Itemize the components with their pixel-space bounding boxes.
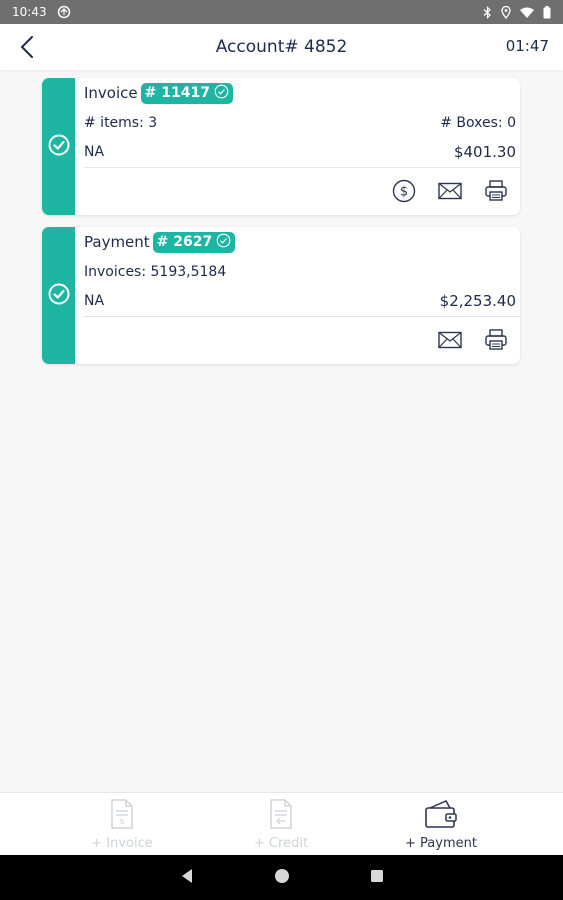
invoice-card[interactable]: Invoice # 11417 # items: 3 # Boxes: 0 NA… [42,78,520,215]
invoice-document-icon: $ [109,799,135,833]
status-bar: 10:43 [0,0,563,24]
check-circle-icon [48,283,70,309]
back-triangle-icon[interactable] [180,868,194,888]
page-title: Account# 4852 [215,37,348,57]
home-circle-icon[interactable] [274,868,290,888]
recents-square-icon[interactable] [370,868,384,887]
email-icon[interactable] [436,178,464,204]
dollar-icon[interactable]: $ [390,178,418,204]
battery-icon [543,5,551,19]
check-circle-outline-icon [214,84,229,103]
print-icon[interactable] [482,178,510,204]
add-invoice-button[interactable]: $ + Invoice [62,799,182,851]
card-type-label: Invoice [84,84,138,102]
wallet-icon [424,799,458,833]
back-arrow-icon[interactable] [18,35,40,59]
card-divider [84,316,520,317]
email-icon[interactable] [436,327,464,353]
card-type-label: Payment [84,233,150,251]
sync-status-icon [57,5,71,19]
card-divider [84,167,520,168]
svg-text:$: $ [400,185,408,200]
payment-amount: $2,253.40 [439,292,516,310]
card-status-stripe [42,227,75,364]
svg-text:$: $ [119,817,124,826]
card-note: NA [84,293,105,309]
add-credit-button[interactable]: + Credit [221,799,341,851]
invoice-number-badge: # 11417 [140,82,233,104]
bottom-navigation: $ + Invoice + Credit + Payment [0,792,563,855]
add-invoice-label: + Invoice [91,836,153,851]
payment-card[interactable]: Payment # 2627 Invoices: 5193,5184 NA $2… [42,227,520,364]
bluetooth-icon [483,5,492,19]
invoice-number: # 11417 [144,85,210,101]
add-payment-label: + Payment [405,836,477,851]
boxes-count: # Boxes: 0 [440,115,516,131]
location-icon [501,5,511,19]
check-circle-icon [48,134,70,160]
payment-number: # 2627 [156,234,213,250]
check-circle-outline-icon [216,233,231,252]
add-credit-label: + Credit [253,836,309,851]
credit-document-icon [268,799,294,833]
print-icon[interactable] [482,327,510,353]
invoice-amount: $401.30 [453,143,516,161]
items-count: # items: 3 [84,115,158,131]
system-navigation-bar [0,855,563,900]
session-timer: 01:47 [505,37,549,55]
app-bar: Account# 4852 01:47 [0,24,563,70]
status-time: 10:43 [12,5,47,19]
wifi-icon [520,7,534,18]
applied-invoices: Invoices: 5193,5184 [84,264,227,280]
payment-number-badge: # 2627 [152,231,236,253]
card-status-stripe [42,78,75,215]
add-payment-button[interactable]: + Payment [381,799,501,851]
card-note: NA [84,144,105,160]
